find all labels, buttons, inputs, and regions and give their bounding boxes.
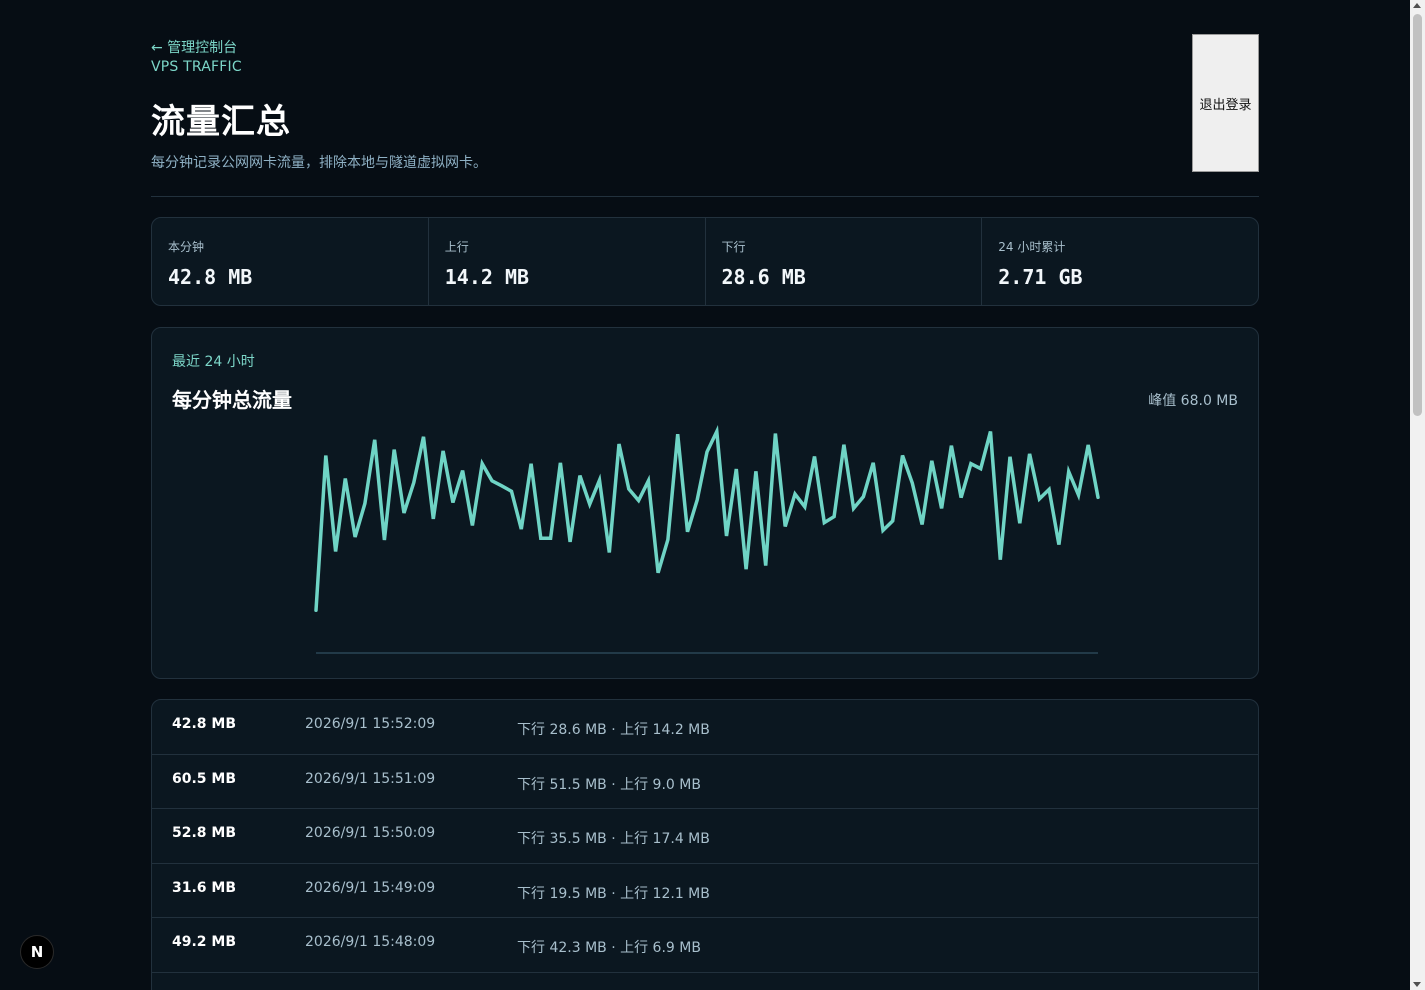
record-detail: 下行 19.5 MB · 上行 12.1 MB	[517, 885, 710, 902]
stat-value: 28.6 MB	[721, 265, 806, 289]
scroll-up-arrow-icon[interactable]	[1413, 3, 1421, 8]
record-detail: 下行 35.5 MB · 上行 17.4 MB	[517, 831, 710, 847]
stat-label: 24 小时累计	[998, 240, 1066, 254]
record-total: 52.8 MB	[172, 825, 237, 841]
stat-label: 下行	[721, 240, 746, 254]
nextjs-dev-badge[interactable]: N	[20, 935, 54, 969]
traffic-series-line	[314, 425, 1100, 613]
vertical-scrollbar[interactable]	[1410, 0, 1425, 990]
stat-value: 14.2 MB	[444, 265, 530, 289]
table-row	[152, 973, 1258, 990]
header-divider	[151, 196, 1259, 197]
stat-upload: 上行 14.2 MB	[429, 218, 706, 305]
stats-panel: 本分钟 42.8 MB 上行 14.2 MB 下行 28.6 MB 24 小时累…	[151, 217, 1259, 306]
record-detail: 下行 51.5 MB · 上行 9.0 MB	[517, 776, 701, 793]
chart-peak-value: 峰值 68.0 MB	[1148, 393, 1238, 409]
record-total: 31.6 MB	[172, 879, 237, 896]
record-detail: 下行 42.3 MB · 上行 6.9 MB	[517, 940, 701, 956]
record-time: 2026/9/1 15:50:09	[305, 825, 436, 841]
record-time: 2026/9/1 15:48:09	[305, 934, 436, 950]
scroll-down-arrow-icon[interactable]	[1413, 982, 1421, 987]
stat-label: 本分钟	[168, 240, 205, 254]
record-time: 2026/9/1 15:52:09	[305, 716, 436, 732]
record-total: 49.2 MB	[172, 934, 237, 950]
table-row: 31.6 MB 2026/9/1 15:49:09 下行 19.5 MB · 上…	[152, 864, 1258, 918]
record-time: 2026/9/1 15:51:09	[305, 770, 436, 787]
record-total: 42.8 MB	[172, 716, 237, 732]
stat-value: 2.71 GB	[998, 265, 1083, 289]
table-row: 49.2 MB 2026/9/1 15:48:09 下行 42.3 MB · 上…	[152, 918, 1258, 973]
page-title: 流量汇总	[151, 102, 291, 142]
traffic-page: ← 管理控制台 VPS TRAFFIC 流量汇总 每分钟记录公网网卡流量，排除本…	[0, 0, 1425, 990]
record-total: 60.5 MB	[172, 770, 237, 787]
table-row: 52.8 MB 2026/9/1 15:50:09 下行 35.5 MB · 上…	[152, 809, 1258, 864]
stat-current-minute: 本分钟 42.8 MB	[152, 218, 429, 305]
traffic-chart-card: 最近 24 小时 每分钟总流量 峰值 68.0 MB	[151, 327, 1259, 679]
page-eyebrow: VPS TRAFFIC	[151, 59, 242, 75]
traffic-line-chart	[314, 425, 1100, 654]
record-detail: 下行 28.6 MB · 上行 14.2 MB	[517, 722, 710, 738]
stat-label: 上行	[444, 240, 469, 254]
scrollbar-thumb[interactable]	[1413, 14, 1422, 416]
traffic-records-list: 42.8 MB 2026/9/1 15:52:09 下行 28.6 MB · 上…	[151, 699, 1259, 990]
back-to-console-link[interactable]: ← 管理控制台	[151, 37, 237, 57]
table-row: 42.8 MB 2026/9/1 15:52:09 下行 28.6 MB · 上…	[152, 700, 1258, 755]
stat-24h-total: 24 小时累计 2.71 GB	[982, 218, 1258, 305]
page-subtitle: 每分钟记录公网网卡流量，排除本地与隧道虚拟网卡。	[151, 155, 487, 171]
stat-value: 42.8 MB	[168, 265, 253, 289]
stat-download: 下行 28.6 MB	[706, 218, 983, 305]
record-time: 2026/9/1 15:49:09	[305, 879, 436, 896]
logout-button[interactable]: 退出登录	[1192, 34, 1259, 172]
chart-eyebrow: 最近 24 小时	[172, 354, 255, 370]
chart-title: 每分钟总流量	[172, 388, 292, 412]
table-row: 60.5 MB 2026/9/1 15:51:09 下行 51.5 MB · 上…	[152, 755, 1258, 809]
